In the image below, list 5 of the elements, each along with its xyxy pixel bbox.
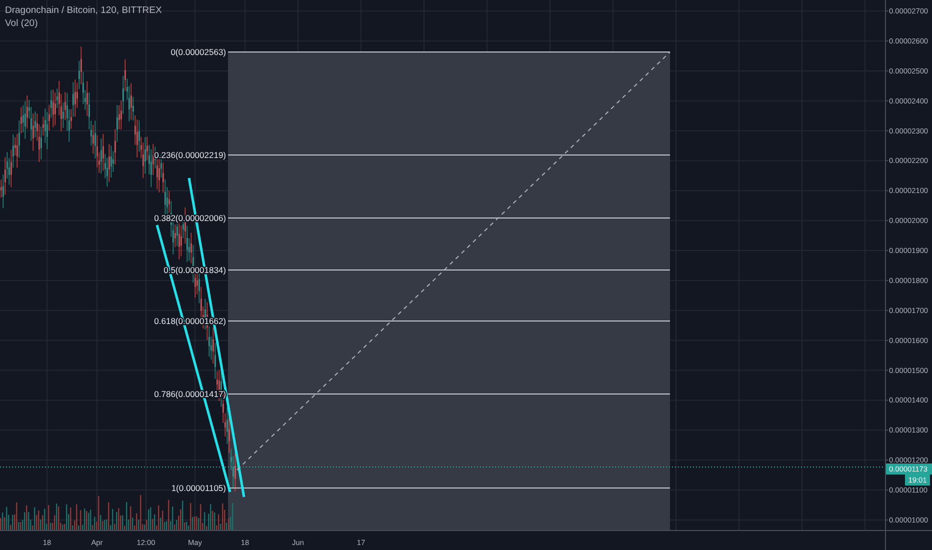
indicator-label: Vol (20) xyxy=(5,18,38,29)
fib-level-label: 0(0.00002563) xyxy=(170,47,226,57)
chart-title: Dragonchain / Bitcoin, 120, BITTREX xyxy=(5,5,162,16)
fib-level-label: 0.236(0.00002219) xyxy=(154,150,226,160)
fib-level-label: 1(0.00001105) xyxy=(171,483,226,493)
